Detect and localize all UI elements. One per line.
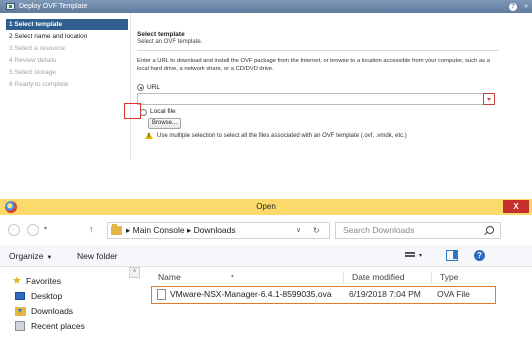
address-dropdown-icon[interactable]: ∨ [296, 223, 301, 238]
folder-icon [111, 224, 122, 235]
divider [137, 50, 499, 51]
view-dropdown-icon[interactable]: ▾ [419, 245, 422, 267]
wizard-content: Select template Select an OVF template. … [124, 13, 532, 160]
step-select-template[interactable]: 1 Select template [6, 19, 128, 30]
column-header-type[interactable]: Type [440, 270, 458, 284]
column-header-date-modified[interactable]: Date modified [352, 270, 404, 284]
local-file-label[interactable]: Local file [150, 108, 176, 116]
file-type: OVA File [437, 289, 470, 299]
ovf-app-icon [6, 3, 15, 10]
navigation-pane: ˄ ★ Favorites Desktop Downloads Recent p… [0, 267, 140, 347]
column-divider[interactable] [343, 271, 344, 284]
search-input[interactable]: Search Downloads [335, 222, 501, 239]
nav-item-label: Recent places [31, 321, 85, 331]
highlight-annotation [124, 103, 141, 119]
back-button[interactable]: ← [8, 224, 20, 236]
warning-text: Use multiple selection to select all the… [157, 133, 407, 139]
url-radio[interactable] [137, 84, 144, 91]
help-icon[interactable]: ? [474, 250, 485, 261]
column-header-label: Name [158, 272, 181, 282]
deploy-ovf-wizard: Deploy OVF Template ? » 1 Select templat… [0, 0, 532, 160]
local-file-radio[interactable] [140, 109, 147, 116]
search-placeholder: Search Downloads [343, 225, 415, 235]
forward-button[interactable]: → [27, 224, 39, 236]
breadcrumb[interactable]: ▸ Main Console ▸ Downloads [126, 223, 236, 238]
browse-button[interactable]: Browse... [148, 118, 181, 129]
star-icon: ★ [12, 275, 22, 287]
step-select-resource: 3 Select a resource [9, 45, 66, 52]
desktop-icon [15, 292, 25, 300]
search-icon[interactable] [486, 226, 494, 234]
close-button[interactable]: X [503, 200, 529, 213]
step-review-details: 4 Review details [9, 57, 57, 64]
open-file-dialog: Open X ← → ▾ ↑ ▸ Main Console ▸ Download… [0, 199, 532, 347]
preview-pane-icon[interactable] [446, 250, 458, 261]
downloads-folder-icon [15, 307, 26, 316]
new-folder-button[interactable]: New folder [77, 245, 118, 267]
section-title: Select template [137, 31, 185, 38]
ova-file-icon [157, 289, 166, 300]
recent-locations-chevron-icon[interactable]: ▾ [44, 225, 47, 232]
file-row[interactable]: VMware-NSX-Manager-6.4.1-8599035.ova 6/1… [151, 286, 496, 304]
wizard-titlebar: Deploy OVF Template ? » [0, 0, 532, 13]
warning-icon [145, 132, 153, 139]
column-header-name[interactable]: Name ▲ [158, 270, 235, 284]
address-bar[interactable]: ▸ Main Console ▸ Downloads ∨ ↻ [107, 222, 330, 239]
recent-places-icon [15, 321, 25, 331]
address-bar-row: ← → ▾ ↑ ▸ Main Console ▸ Downloads ∨ ↻ S… [0, 215, 532, 245]
wizard-title: Deploy OVF Template [19, 3, 88, 10]
organize-label: Organize [9, 251, 44, 261]
nav-item-label: Downloads [31, 306, 74, 316]
view-options-icon[interactable] [405, 252, 415, 260]
file-date-modified: 6/19/2018 7:04 PM [349, 289, 421, 299]
scroll-up-button[interactable]: ˄ [129, 267, 140, 278]
url-dropdown-button[interactable] [483, 93, 495, 105]
column-divider[interactable] [431, 271, 432, 284]
dialog-toolbar: Organize ▼ New folder ▾ ? [0, 245, 532, 267]
step-select-name-location[interactable]: 2 Select name and location [6, 31, 128, 42]
refresh-icon[interactable]: ↻ [313, 223, 320, 238]
wizard-steps-list: 1 Select template 2 Select name and loca… [0, 13, 131, 160]
instructions-text: Enter a URL to download and install the … [137, 58, 490, 72]
file-name: VMware-NSX-Manager-6.4.1-8599035.ova [170, 289, 332, 299]
step-select-storage: 5 Select storage [9, 69, 56, 76]
dialog-title: Open [256, 202, 276, 211]
section-subtitle: Select an OVF template. [137, 39, 203, 45]
chevron-down-icon: ▼ [46, 255, 53, 261]
organize-menu[interactable]: Organize ▼ [9, 245, 52, 269]
url-input[interactable] [137, 93, 494, 105]
step-ready-to-complete: 6 Ready to complete [9, 81, 69, 88]
expand-icon[interactable]: » [524, 0, 528, 13]
nav-item-label: Desktop [31, 291, 63, 301]
nav-item-label: Favorites [26, 276, 61, 286]
url-radio-label[interactable]: URL [147, 84, 160, 92]
file-list: Name ▲ Date modified Type VMware-NSX-Mana… [147, 267, 532, 347]
dialog-titlebar: Open X [0, 199, 532, 215]
help-icon[interactable]: ? [509, 3, 517, 11]
sort-ascending-icon: ▲ [230, 273, 235, 279]
up-button[interactable]: ↑ [89, 224, 94, 234]
